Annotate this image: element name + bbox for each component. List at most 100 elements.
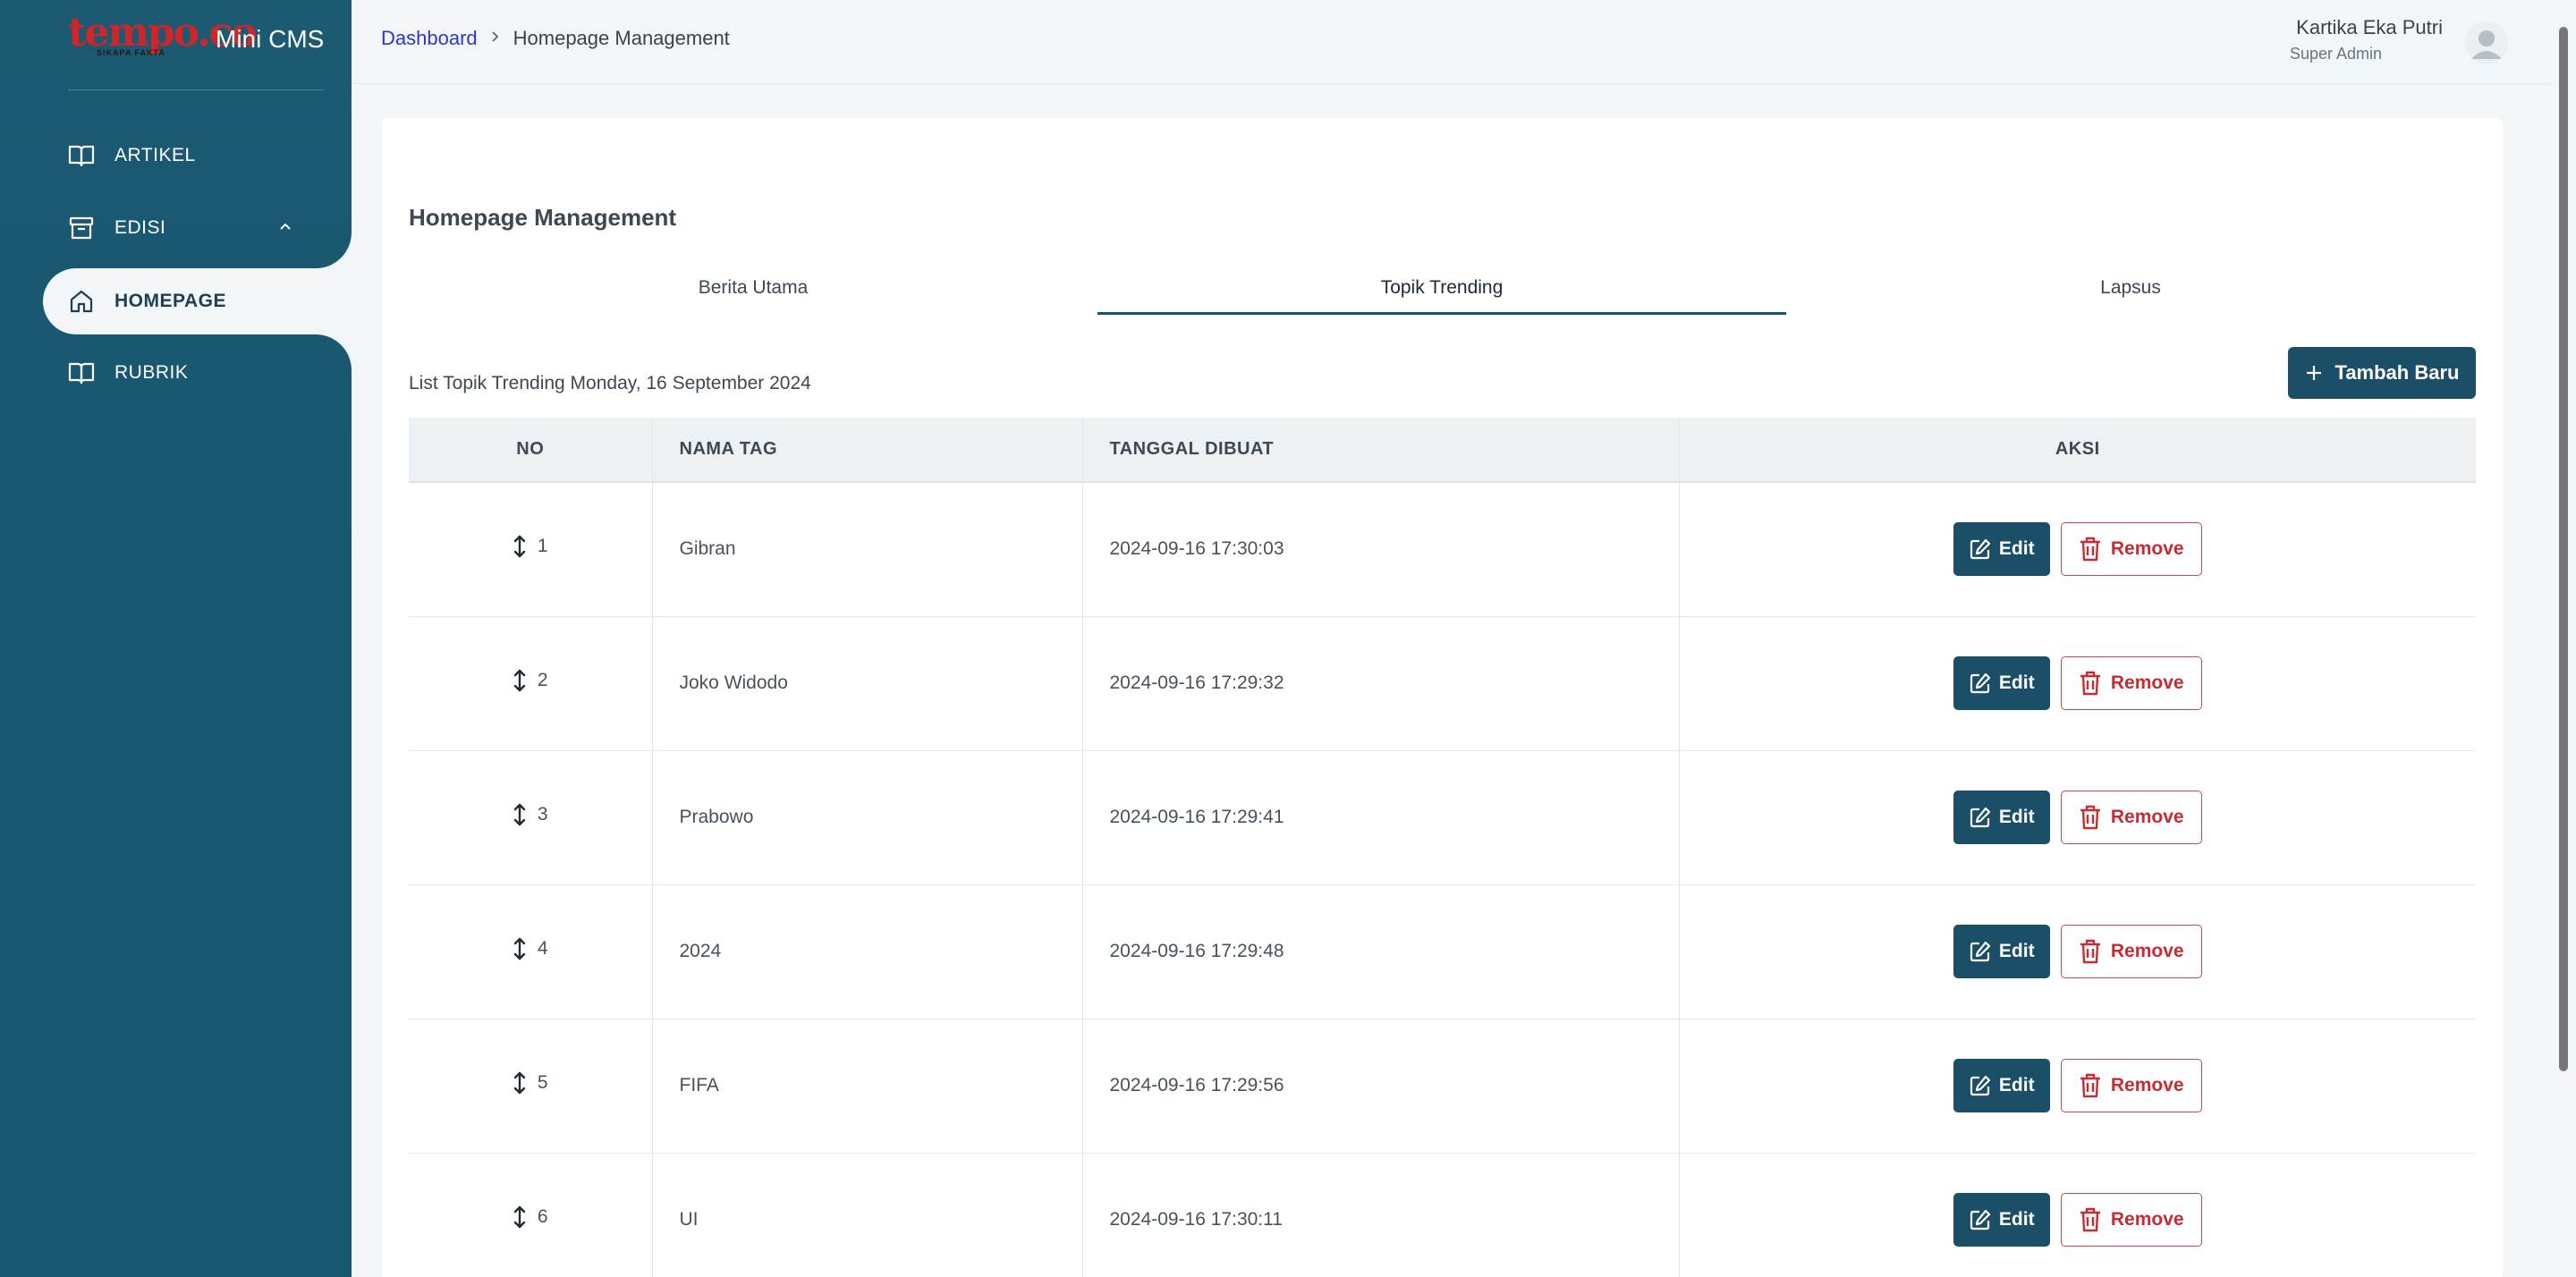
table-row[interactable]: 2 Joko Widodo 2024-09-16 17:29:32 Edit Remov… [409, 616, 2476, 751]
cell-nama-tag: 2024 [652, 884, 1083, 1019]
breadcrumb-current: Homepage Management [513, 27, 730, 49]
page-scrollbar[interactable] [2550, 0, 2576, 1277]
remove-button[interactable]: Remove [2060, 791, 2202, 844]
edit-label: Edit [1998, 1075, 2035, 1095]
tab-berita-utama[interactable]: Berita Utama [409, 263, 1097, 318]
breadcrumb: Dashboard Homepage Management [381, 27, 730, 50]
sidebar: tempo.co SIKAPA FAKTA Mini CMS ARTIKEL E… [0, 0, 352, 1277]
book-open-icon [68, 142, 95, 169]
sidebar-item-label: RUBRIK [114, 362, 189, 383]
cell-aksi: Edit Remove [1679, 1019, 2476, 1154]
cell-tanggal: 2024-09-16 17:29:48 [1082, 884, 1680, 1019]
remove-button[interactable]: Remove [2060, 1059, 2202, 1112]
remove-label: Remove [2110, 941, 2184, 961]
edit-button[interactable]: Edit [1953, 1193, 2050, 1247]
edit-icon [1969, 672, 1992, 695]
remove-button[interactable]: Remove [2060, 522, 2202, 577]
edit-label: Edit [1998, 672, 2035, 693]
row-number: 6 [537, 1206, 548, 1227]
table-row[interactable]: 6 UI 2024-09-16 17:30:11 Edit Remove [409, 1153, 2476, 1277]
brand[interactable]: tempo.co SIKAPA FAKTA Mini CMS [68, 13, 336, 68]
edit-label: Edit [1998, 538, 2035, 560]
user-role: Super Admin [2290, 45, 2383, 63]
row-number: 5 [537, 1072, 548, 1093]
avatar[interactable] [2465, 21, 2508, 64]
cell-aksi: Edit Remove [1679, 750, 2476, 885]
remove-label: Remove [2110, 538, 2184, 560]
breadcrumb-dashboard-link[interactable]: Dashboard [381, 27, 478, 50]
column-header-tanggal: TANGGAL DIBUAT [1082, 418, 1680, 483]
tab-topik-trending[interactable]: Topik Trending [1097, 263, 1786, 318]
remove-button[interactable]: Remove [2060, 1193, 2202, 1247]
edit-icon [1969, 537, 1992, 561]
chevron-right-icon [490, 29, 501, 49]
cell-nama-tag: Prabowo [652, 750, 1083, 885]
edit-label: Edit [1998, 941, 2035, 961]
cell-tanggal: 2024-09-16 17:29:41 [1082, 750, 1680, 885]
sidebar-item-edisi[interactable]: EDISI [43, 195, 352, 261]
edit-button[interactable]: Edit [1953, 656, 2050, 710]
scrollbar-thumb[interactable] [2559, 27, 2568, 1071]
table-header-row: NO NAMA TAG TANGGAL DIBUAT AKSI [409, 418, 2476, 483]
edit-icon [1969, 940, 1992, 963]
trash-icon [2079, 1072, 2102, 1099]
list-caption: List Topik Trending Monday, 16 September… [409, 373, 811, 393]
chevron-up-icon[interactable] [275, 216, 295, 236]
table-row[interactable]: 3 Prabowo 2024-09-16 17:29:41 Edit Remove [409, 750, 2476, 885]
cell-no: 4 [409, 884, 653, 1019]
cell-no: 6 [409, 1153, 653, 1277]
cell-tanggal: 2024-09-16 17:30:11 [1082, 1153, 1680, 1277]
cell-nama-tag: UI [652, 1153, 1083, 1277]
content-card: Homepage Management Berita Utama Topik T… [382, 118, 2503, 1277]
drag-handle-icon[interactable] [513, 668, 527, 693]
trash-icon [2079, 1206, 2102, 1233]
cell-aksi: Edit Remove [1679, 1153, 2476, 1277]
book-open-icon [68, 359, 95, 386]
trash-icon [2079, 804, 2102, 831]
drag-handle-icon[interactable] [513, 802, 527, 827]
drag-handle-icon[interactable] [513, 1070, 527, 1095]
sidebar-item-rubrik[interactable]: RUBRIK [43, 340, 352, 406]
cell-aksi: Edit Remove [1679, 482, 2476, 617]
table-row[interactable]: 4 2024 2024-09-16 17:29:48 Edit Remove [409, 884, 2476, 1019]
sidebar-item-artikel[interactable]: ARTIKEL [43, 123, 352, 189]
remove-button[interactable]: Remove [2060, 656, 2202, 710]
row-number: 1 [537, 536, 548, 557]
add-new-label: Tambah Baru [2334, 361, 2460, 384]
drag-handle-icon[interactable] [513, 936, 527, 961]
column-header-no: NO [409, 418, 653, 483]
cell-tanggal: 2024-09-16 17:29:32 [1082, 616, 1680, 751]
edit-button[interactable]: Edit [1953, 1059, 2050, 1112]
archive-box-icon [68, 215, 95, 241]
cell-tanggal: 2024-09-16 17:29:56 [1082, 1019, 1680, 1154]
nav-curve [316, 233, 352, 268]
table-row[interactable]: 5 FIFA 2024-09-16 17:29:56 Edit Remove [409, 1019, 2476, 1154]
plus-icon [2305, 364, 2323, 382]
home-icon [68, 288, 95, 315]
remove-button[interactable]: Remove [2060, 925, 2202, 978]
app-name: Mini CMS [216, 25, 325, 53]
edit-label: Edit [1998, 1209, 2035, 1230]
row-number: 4 [537, 938, 548, 959]
row-number: 3 [537, 804, 548, 825]
trash-icon [2079, 670, 2102, 697]
sidebar-item-label: EDISI [114, 217, 166, 238]
edit-button[interactable]: Edit [1953, 925, 2050, 978]
sidebar-item-homepage[interactable]: HOMEPAGE [43, 268, 352, 334]
sidebar-item-label: HOMEPAGE [114, 291, 226, 311]
edit-icon [1969, 1208, 1992, 1231]
trash-icon [2079, 536, 2102, 562]
tab-lapsus[interactable]: Lapsus [1786, 263, 2475, 318]
cell-no: 5 [409, 1019, 653, 1154]
table-row[interactable]: 1 Gibran 2024-09-16 17:30:03 Edit Remove [409, 482, 2476, 617]
edit-button[interactable]: Edit [1953, 791, 2050, 844]
edit-button[interactable]: Edit [1953, 522, 2050, 577]
top-header: Dashboard Homepage Management Kartika Ek… [352, 0, 2550, 84]
drag-handle-icon[interactable] [513, 1205, 527, 1230]
tab-bar: Berita Utama Topik Trending Lapsus [409, 263, 2475, 318]
row-number: 2 [537, 670, 548, 690]
add-new-button[interactable]: Tambah Baru [2288, 347, 2476, 399]
cell-tanggal: 2024-09-16 17:30:03 [1082, 482, 1680, 617]
drag-handle-icon[interactable] [513, 534, 527, 559]
user-avatar-icon [2471, 30, 2502, 59]
